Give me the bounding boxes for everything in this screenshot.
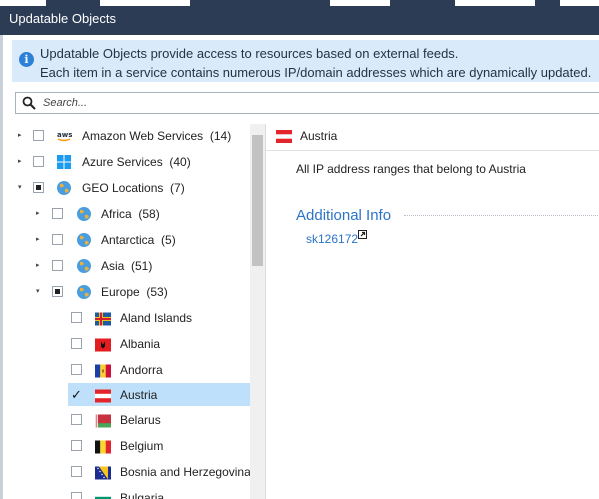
expand-arrow-icon[interactable]: ▸ <box>36 236 44 244</box>
svg-text:aws: aws <box>57 131 72 139</box>
collapse-arrow-icon[interactable]: ▾ <box>36 288 44 296</box>
austria-flag-icon <box>276 130 292 143</box>
globe-icon <box>77 207 91 221</box>
bosnia-flag-icon <box>95 466 111 480</box>
bulgaria-flag-icon <box>95 492 111 499</box>
info-banner: i Updatable Objects provide access to re… <box>12 40 599 82</box>
aland-flag-icon <box>95 312 111 326</box>
tree-item-label: Bosnia and Herzegovina <box>120 465 250 479</box>
background-strip <box>100 0 190 6</box>
tree-item-label: Aland Islands <box>120 311 193 325</box>
expand-arrow-icon[interactable]: ▸ <box>36 210 44 218</box>
tree-item-label: Belgium <box>120 439 164 453</box>
checkmark-icon[interactable]: ✓ <box>71 388 82 401</box>
external-link-icon[interactable] <box>358 230 367 239</box>
sk-link[interactable]: sk126172 <box>306 232 358 246</box>
checkbox[interactable] <box>71 466 82 477</box>
additional-info-heading: Additional Info <box>296 207 392 224</box>
tree-item-label: Asia (51) <box>101 259 153 273</box>
globe-icon <box>77 259 91 273</box>
search-box[interactable] <box>15 92 599 114</box>
scrollbar-thumb[interactable] <box>252 135 263 266</box>
object-tree: ▸ aws Amazon Web Services (14) ▸ Azure S… <box>12 124 250 499</box>
tree-item-country[interactable]: Bosnia and Herzegovina <box>12 460 250 484</box>
info-line-1: Updatable Objects provide access to reso… <box>40 46 459 61</box>
window-left-edge <box>0 35 3 499</box>
tree-item-label: Albania <box>120 337 161 351</box>
checkbox[interactable] <box>71 312 82 323</box>
detail-title: Austria <box>300 129 338 143</box>
tree-item-label: Austria <box>120 388 158 402</box>
background-strip <box>455 0 535 6</box>
tree-item-label: Europe (53) <box>101 285 168 299</box>
checkbox[interactable] <box>52 260 63 271</box>
checkbox-partial[interactable] <box>33 182 44 193</box>
belarus-flag-icon <box>95 414 111 428</box>
albania-flag-icon <box>95 338 111 352</box>
tree-item-label: GEO Locations (7) <box>82 181 185 195</box>
checkbox[interactable] <box>71 364 82 375</box>
tree-item-country[interactable]: Albania <box>12 332 250 356</box>
checkbox[interactable] <box>33 130 44 141</box>
search-input[interactable] <box>43 95 583 111</box>
tree-item-country[interactable]: Andorra <box>12 358 250 382</box>
tree-item-asia[interactable]: ▸ Asia (51) <box>12 254 250 278</box>
background-strip <box>330 0 390 6</box>
tree-item-label: Antarctica (5) <box>101 233 176 247</box>
checkbox-partial[interactable] <box>52 286 63 297</box>
windows-logo-icon <box>57 155 71 169</box>
collapse-arrow-icon[interactable]: ▾ <box>18 184 26 192</box>
tree-item-azure[interactable]: ▸ Azure Services (40) <box>12 150 250 174</box>
checkbox[interactable] <box>52 234 63 245</box>
tree-item-country[interactable]: Bulgaria <box>12 486 250 499</box>
tree-item-country[interactable]: Belarus <box>12 408 250 432</box>
background-strip <box>0 0 46 6</box>
tree-item-antarctica[interactable]: ▸ Antarctica (5) <box>12 228 250 252</box>
expand-arrow-icon[interactable]: ▸ <box>18 158 26 166</box>
tree-item-geo-locations[interactable]: ▾ GEO Locations (7) <box>12 176 250 200</box>
tree-item-label: Amazon Web Services (14) <box>82 129 232 143</box>
search-icon <box>22 96 36 110</box>
checkbox[interactable] <box>71 440 82 451</box>
checkbox[interactable] <box>52 208 63 219</box>
info-icon: i <box>19 52 34 67</box>
detail-description: All IP address ranges that belong to Aus… <box>296 162 526 176</box>
andorra-flag-icon <box>95 364 111 378</box>
window-title: Updatable Objects <box>9 11 116 26</box>
checkbox[interactable] <box>71 338 82 349</box>
tree-item-europe[interactable]: ▾ Europe (53) <box>12 280 250 304</box>
tree-item-label: Azure Services (40) <box>82 155 191 169</box>
tree-item-label: Andorra <box>120 363 163 377</box>
tree-item-africa[interactable]: ▸ Africa (58) <box>12 202 250 226</box>
info-line-2: Each item in a service contains numerous… <box>40 65 592 80</box>
section-divider <box>404 215 599 216</box>
tree-item-label: Africa (58) <box>101 207 160 221</box>
belgium-flag-icon <box>95 440 111 454</box>
pane-divider[interactable] <box>265 124 266 499</box>
tree-item-country[interactable]: Belgium <box>12 434 250 458</box>
expand-arrow-icon[interactable]: ▸ <box>36 262 44 270</box>
globe-icon <box>57 181 71 195</box>
tree-item-country-selected[interactable]: ✓ Austria <box>68 383 250 406</box>
detail-header: Austria <box>266 124 599 151</box>
tree-item-country[interactable]: Aland Islands <box>12 306 250 330</box>
expand-arrow-icon[interactable]: ▸ <box>18 132 26 140</box>
tree-item-label: Bulgaria <box>120 491 165 499</box>
austria-flag-icon <box>95 389 111 403</box>
tree-item-label: Belarus <box>120 413 161 427</box>
tree-item-aws[interactable]: ▸ aws Amazon Web Services (14) <box>12 124 250 148</box>
checkbox[interactable] <box>33 156 44 167</box>
checkbox[interactable] <box>71 414 82 425</box>
globe-icon <box>77 285 91 299</box>
aws-logo-icon: aws <box>57 131 72 142</box>
background-strip <box>560 0 599 6</box>
globe-icon <box>77 233 91 247</box>
checkbox[interactable] <box>71 492 82 499</box>
